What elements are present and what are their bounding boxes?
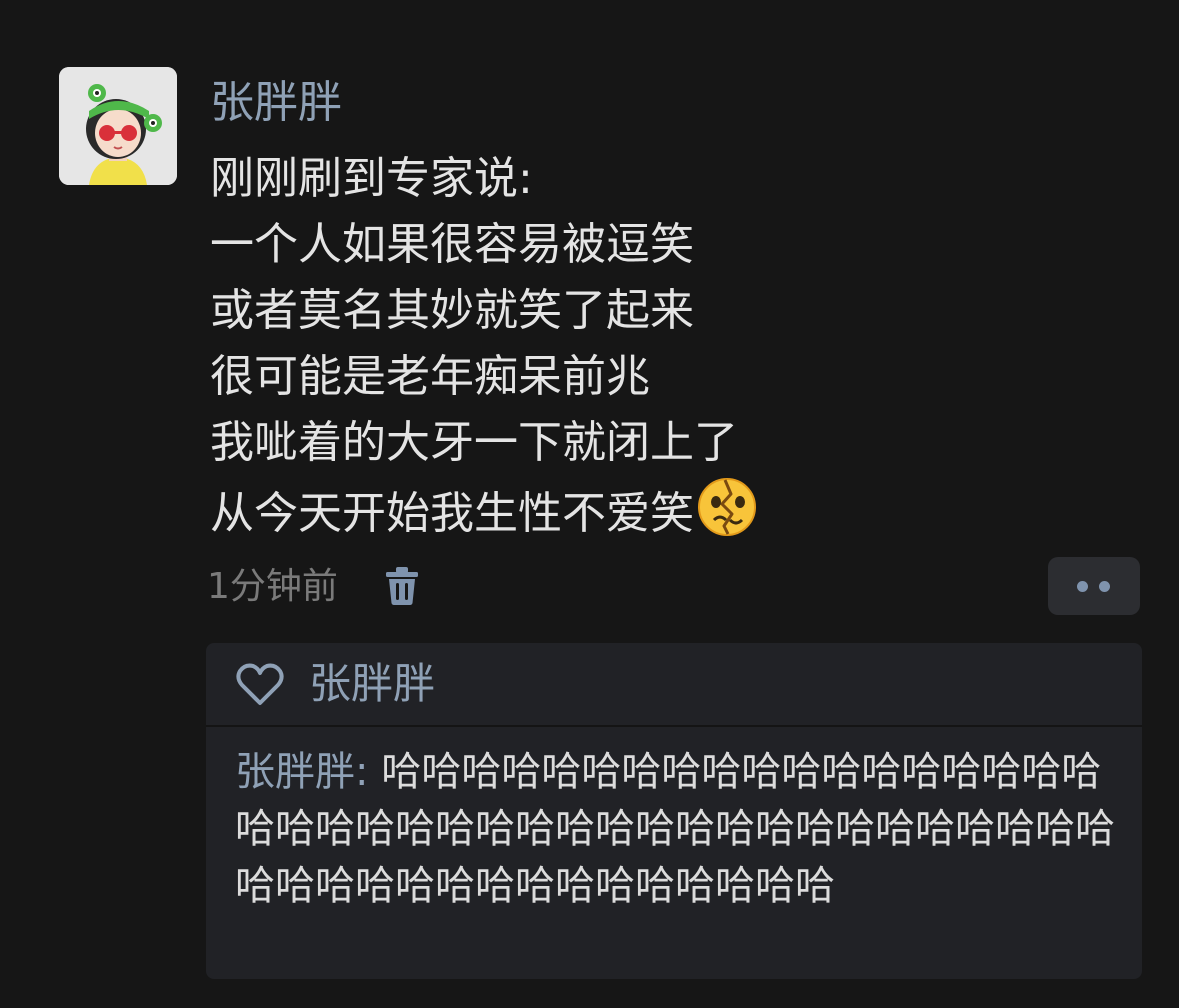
heart-outline-icon[interactable] <box>236 663 284 707</box>
post-line: 刚刚刷到专家说: <box>210 153 533 204</box>
likes-row: 张胖胖 <box>206 643 1142 725</box>
post-line: 一个人如果很容易被逗笑 <box>210 219 694 270</box>
comment-separator: : <box>355 749 382 795</box>
moments-post: 张胖胖 刚刚刷到专家说: 一个人如果很容易被逗笑 或者莫名其妙就笑了起来 很可能… <box>0 0 1179 1008</box>
post-line: 或者莫名其妙就笑了起来 <box>210 285 694 336</box>
post-line-text: 从今天开始我生性不爱笑 <box>210 488 694 539</box>
more-dots-icon <box>1099 581 1110 592</box>
like-user-name[interactable]: 张胖胖 <box>309 655 435 713</box>
comment-item[interactable]: 张胖胖: 哈哈哈哈哈哈哈哈哈哈哈哈哈哈哈哈哈哈哈哈哈哈哈哈哈哈哈哈哈哈哈哈哈哈哈… <box>235 744 1130 915</box>
more-actions-button[interactable] <box>1048 557 1140 615</box>
heartbroken-face-emoji-icon <box>696 476 758 538</box>
post-author-name[interactable]: 张胖胖 <box>210 73 342 133</box>
more-dots-icon <box>1077 581 1088 592</box>
trash-icon[interactable] <box>384 566 420 606</box>
comment-author-name[interactable]: 张胖胖 <box>235 749 355 795</box>
post-body: 刚刚刷到专家说: 一个人如果很容易被逗笑 或者莫名其妙就笑了起来 很可能是老年痴… <box>210 146 1150 547</box>
post-last-line: 从今天开始我生性不爱笑 <box>210 476 1150 547</box>
post-line: 很可能是老年痴呆前兆 <box>210 351 650 402</box>
avatar[interactable] <box>59 67 177 185</box>
avatar-illustration <box>59 67 177 185</box>
post-timestamp: 1分钟前 <box>207 566 338 607</box>
post-line: 我呲着的大牙一下就闭上了 <box>210 417 738 468</box>
divider <box>206 725 1142 727</box>
likes-and-comments-panel: 张胖胖 张胖胖: 哈哈哈哈哈哈哈哈哈哈哈哈哈哈哈哈哈哈哈哈哈哈哈哈哈哈哈哈哈哈哈… <box>206 643 1142 979</box>
